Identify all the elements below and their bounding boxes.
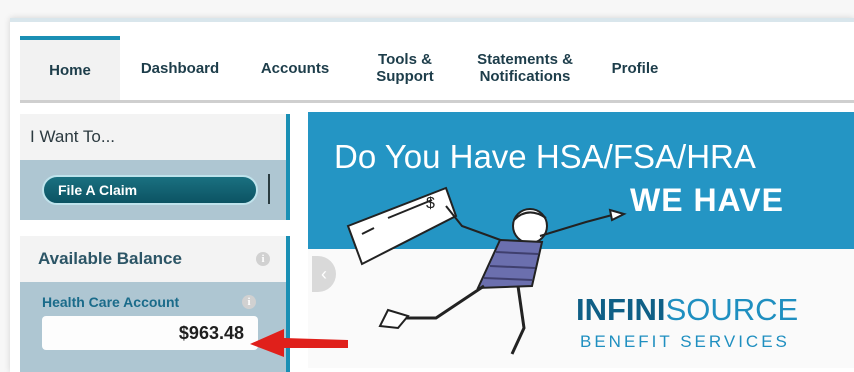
button-divider xyxy=(268,174,270,204)
i-want-to-heading: I Want To... xyxy=(20,114,286,160)
red-arrow-annotation xyxy=(250,329,348,357)
health-care-account-label: Health Care Account xyxy=(42,294,180,310)
tab-tools-support[interactable]: Tools & Support xyxy=(350,36,460,100)
i-want-to-panel: I Want To... File A Claim xyxy=(20,114,290,220)
tab-profile[interactable]: Profile xyxy=(590,36,680,100)
file-a-claim-button[interactable]: File A Claim xyxy=(42,175,258,205)
file-a-claim-label: File A Claim xyxy=(58,182,138,198)
benefit-services-tagline: BENEFIT SERVICES xyxy=(580,332,790,351)
account-balance-amount: $963.48 xyxy=(42,316,258,350)
available-balance-heading: Available Balance i xyxy=(20,236,286,282)
banner-subheadline: WE HAVE xyxy=(630,182,784,218)
running-man-illustration: $ xyxy=(346,186,627,355)
infinisource-logo: INFINISOURCE xyxy=(576,292,799,327)
info-icon[interactable]: i xyxy=(256,252,270,266)
promo-banner[interactable]: Do You Have HSA/FSA/HRA WE HAVE $ ‹ INFI… xyxy=(308,112,854,368)
main-nav: Home Dashboard Accounts Tools & Support … xyxy=(20,36,854,103)
tab-statements-notifications[interactable]: Statements & Notifications xyxy=(460,36,590,100)
tab-home[interactable]: Home xyxy=(20,36,120,100)
tab-accounts[interactable]: Accounts xyxy=(240,36,350,100)
tab-dashboard[interactable]: Dashboard xyxy=(120,36,240,100)
info-icon[interactable]: i xyxy=(242,295,256,309)
check-dollar-label: $ xyxy=(426,195,435,212)
